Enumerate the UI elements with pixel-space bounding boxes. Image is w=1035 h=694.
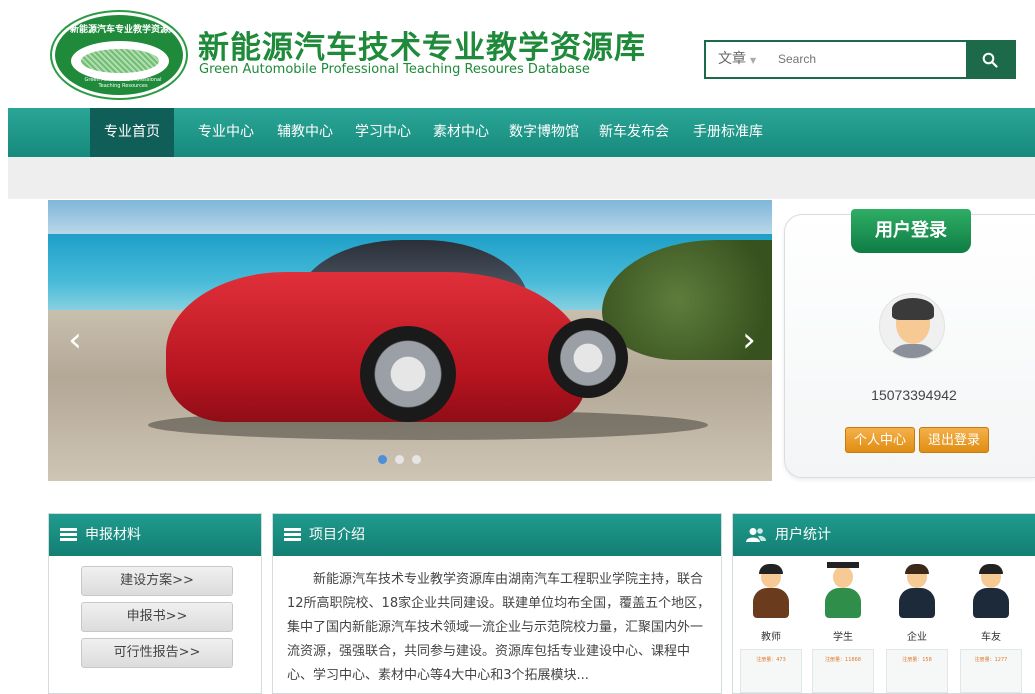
stat-enterprise[interactable]: 企业 注册量：158 — [885, 564, 949, 693]
site-title: 新能源汽车技术专业教学资源库 — [198, 30, 646, 66]
materials-panel: 申报材料 建设方案>> 申报书>> 可行性报告>> — [48, 513, 262, 694]
stat-label: 学生 — [833, 632, 853, 643]
stat-card: 注册量：158 — [886, 649, 948, 693]
personal-center-button[interactable]: 个人中心 — [845, 427, 916, 453]
stat-student[interactable]: 学生 注册量：11868 — [811, 562, 875, 693]
list-icon — [284, 528, 301, 542]
search-button[interactable] — [966, 42, 1014, 77]
avatar-shirt — [888, 344, 938, 358]
main-nav: 专业首页 专业中心 辅教中心 学习中心 素材中心 数字博物馆 新车发布会 手册标… — [8, 108, 1035, 157]
stat-card: 注册量：1277 — [960, 649, 1022, 693]
carousel-indicators — [378, 455, 421, 464]
logout-button[interactable]: 退出登录 — [919, 427, 990, 453]
chevron-down-icon: ▼ — [750, 56, 757, 65]
search-category-select[interactable]: 文章 ▼ — [706, 42, 768, 77]
logo-emblem — [71, 41, 169, 81]
username: 15073394942 — [871, 387, 957, 403]
carousel-prev-icon[interactable]: ‹ — [60, 320, 90, 360]
nav-item-teaching-aid[interactable]: 辅教中心 — [266, 108, 344, 157]
stat-label: 企业 — [907, 632, 927, 643]
nav-item-manual-library[interactable]: 手册标准库 — [680, 108, 776, 157]
nav-item-material-center[interactable]: 素材中心 — [422, 108, 500, 157]
user-avatar[interactable] — [879, 293, 945, 359]
stat-car-fan[interactable]: 车友 注册量：1277 — [959, 564, 1023, 693]
banner-sky — [48, 200, 772, 234]
sub-bar — [8, 157, 1035, 199]
intro-title: 项目介绍 — [309, 527, 365, 543]
materials-title: 申报材料 — [85, 527, 141, 543]
stat-label: 教师 — [761, 632, 781, 643]
student-icon — [821, 562, 865, 624]
stat-label: 车友 — [981, 632, 1001, 643]
logo-sub-text: Green Automobile Professional Teaching R… — [84, 77, 162, 89]
nav-item-major-center[interactable]: 专业中心 — [186, 108, 266, 157]
list-icon — [60, 528, 77, 542]
login-title: 用户登录 — [851, 209, 971, 253]
search-input[interactable] — [778, 48, 958, 70]
avatar-hair — [892, 298, 934, 320]
site-header: 新能源汽车专业教学资源库 Green Automobile Profession… — [0, 0, 1035, 108]
intro-header: 项目介绍 — [273, 514, 721, 556]
carousel-next-icon[interactable]: › — [734, 320, 764, 360]
nav-item-home[interactable]: 专业首页 — [90, 108, 174, 157]
intro-text: 新能源汽车技术专业教学资源库由湖南汽车工程职业学院主持，联合12所高职院校、18… — [287, 572, 711, 683]
stat-teacher[interactable]: 教师 注册量：473 — [739, 564, 803, 693]
enterprise-icon — [895, 564, 939, 624]
search-bar: 文章 ▼ — [704, 40, 1016, 79]
site-logo[interactable]: 新能源汽车专业教学资源库 Green Automobile Profession… — [52, 12, 186, 98]
car-wheel-rear — [548, 318, 628, 398]
materials-header: 申报材料 — [49, 514, 261, 556]
nav-item-new-car[interactable]: 新车发布会 — [590, 108, 678, 157]
nav-item-museum[interactable]: 数字博物馆 — [500, 108, 588, 157]
user-stats-panel: 用户统计 教师 注册量：473 学生 注册量：11868 企业 注册量：158 — [732, 513, 1035, 694]
stat-card: 注册量：473 — [740, 649, 802, 693]
banner-carousel[interactable]: ‹ › — [48, 200, 772, 481]
feasibility-report-button[interactable]: 可行性报告>> — [81, 638, 233, 668]
users-icon — [746, 528, 766, 542]
stats-header: 用户统计 — [733, 514, 1035, 556]
search-category-label: 文章 — [718, 51, 746, 67]
construction-plan-button[interactable]: 建设方案>> — [81, 566, 233, 596]
logo-ring-text: 新能源汽车专业教学资源库 — [69, 25, 178, 35]
carousel-dot[interactable] — [412, 455, 421, 464]
stat-card: 注册量：11868 — [812, 649, 874, 693]
user-login-panel: 用户登录 15073394942 个人中心 退出登录 — [784, 209, 1035, 478]
car-wheel-front — [360, 326, 456, 422]
teacher-icon — [749, 564, 793, 624]
search-icon — [982, 52, 998, 68]
application-button[interactable]: 申报书>> — [81, 602, 233, 632]
nav-item-learning-center[interactable]: 学习中心 — [344, 108, 422, 157]
site-subtitle: Green Automobile Professional Teaching R… — [199, 62, 590, 77]
carousel-dot[interactable] — [395, 455, 404, 464]
carousel-dot[interactable] — [378, 455, 387, 464]
intro-panel: 项目介绍 新能源汽车技术专业教学资源库由湖南汽车工程职业学院主持，联合12所高职… — [272, 513, 722, 694]
stats-title: 用户统计 — [775, 527, 831, 543]
car-fan-icon — [969, 564, 1013, 624]
